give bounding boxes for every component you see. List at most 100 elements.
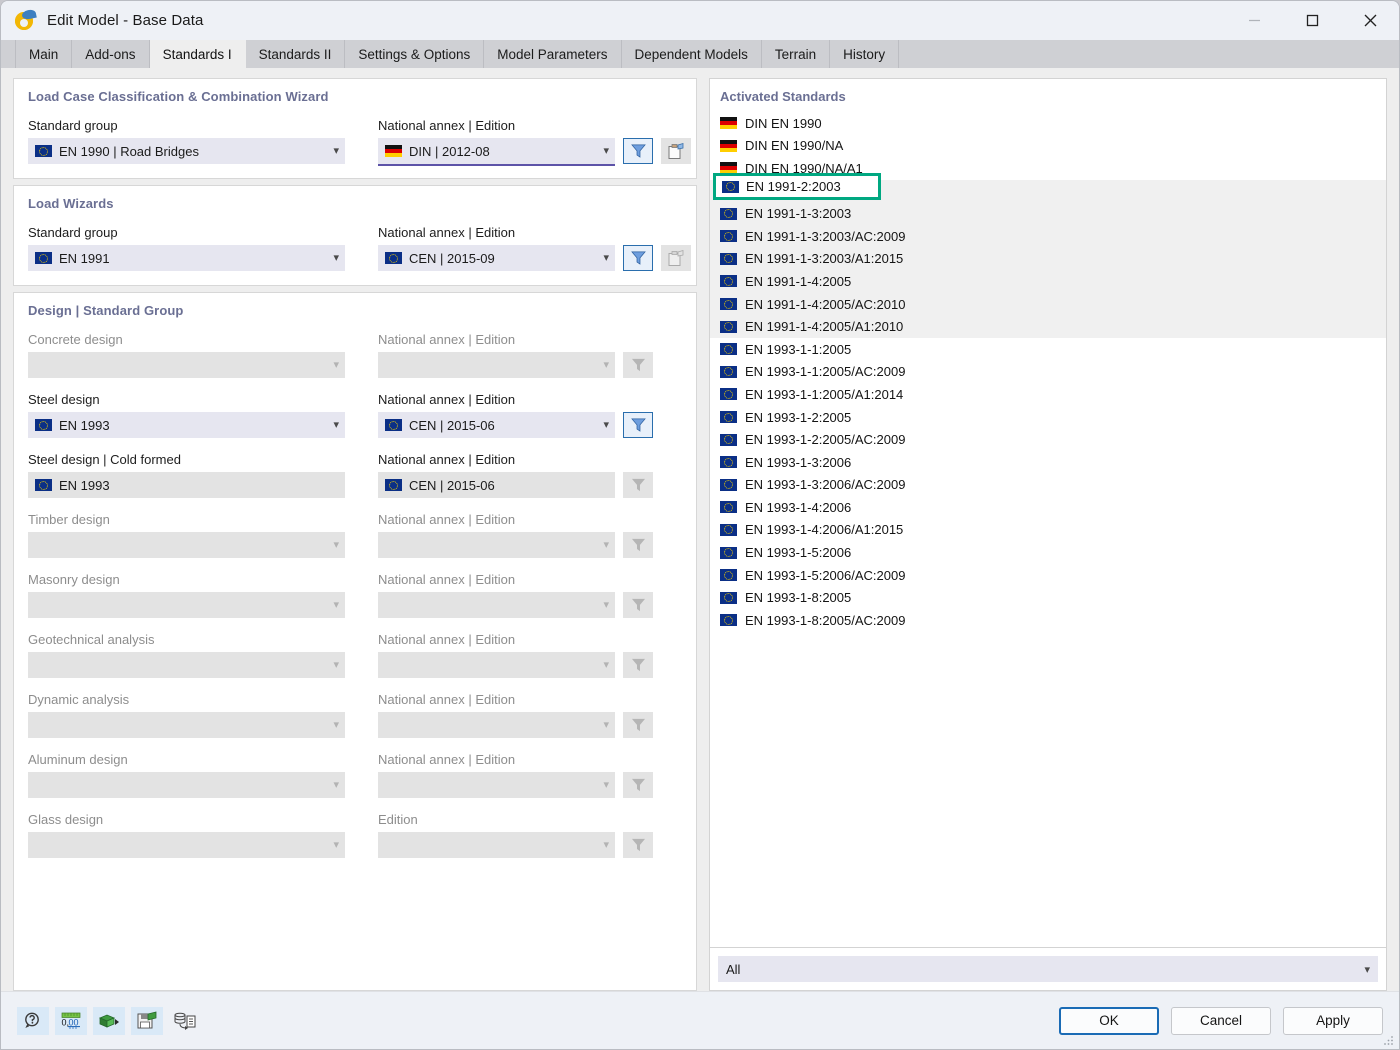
list-item[interactable]: DIN EN 1990/NA — [710, 135, 1386, 158]
filter-button[interactable] — [623, 472, 653, 498]
steel-cold-formed-annex-value: CEN | 2015-06 — [409, 477, 495, 493]
tab-model-parameters[interactable]: Model Parameters — [484, 40, 622, 68]
units-button[interactable]: 0, 00 — [55, 1006, 87, 1035]
list-item[interactable]: EN 1993-1-5:2006 — [710, 541, 1386, 564]
eu-flag-icon — [720, 478, 737, 491]
close-icon[interactable] — [1341, 1, 1399, 40]
aluminum-design-label: Aluminum design — [28, 752, 128, 767]
chevron-down-icon: ▾ — [603, 538, 609, 551]
national-annex-combo[interactable]: DIN | 2012-08 ▾ — [378, 138, 615, 166]
filter-button[interactable] — [623, 352, 653, 378]
filter-icon — [630, 251, 646, 265]
standard-group-combo[interactable]: EN 1991 ▾ — [28, 245, 345, 271]
glass-design-combo[interactable]: ▾ — [28, 832, 345, 858]
tab-bar: Main Add-ons Standards I Standards II Se… — [1, 40, 1399, 68]
load-case-group: Load Case Classification & Combination W… — [13, 78, 697, 179]
eu-flag-icon — [720, 320, 737, 333]
list-item[interactable]: EN 1993-1-3:2006 — [710, 451, 1386, 474]
database-button[interactable] — [169, 1007, 201, 1035]
tab-main[interactable]: Main — [15, 40, 73, 68]
tab-terrain[interactable]: Terrain — [761, 40, 831, 68]
filter-button[interactable] — [623, 652, 653, 678]
timber-design-combo[interactable]: ▾ — [28, 532, 345, 558]
eu-flag-icon — [720, 569, 737, 582]
filter-button[interactable] — [623, 412, 653, 438]
filter-button[interactable] — [623, 772, 653, 798]
list-item-label: DIN EN 1990/NA/A1 — [745, 160, 863, 176]
list-item[interactable]: EN 1993-1-3:2006/AC:2009 — [710, 474, 1386, 497]
list-item[interactable]: EN 1993-1-8:2005/AC:2009 — [710, 609, 1386, 632]
list-item[interactable]: EN 1993-1-4:2006/A1:2015 — [710, 519, 1386, 542]
export-button[interactable] — [93, 1006, 125, 1035]
save-button[interactable] — [131, 1006, 163, 1035]
tab-history[interactable]: History — [830, 40, 900, 68]
activated-standards-list[interactable]: Activated Standards DIN EN 1990 DIN EN 1… — [709, 78, 1387, 948]
maximize-icon[interactable] — [1283, 1, 1341, 40]
list-item[interactable]: EN 1993-1-4:2006 — [710, 496, 1386, 519]
filter-button[interactable] — [623, 832, 653, 858]
cancel-button[interactable]: Cancel — [1171, 1006, 1271, 1035]
list-item[interactable]: EN 1993-1-1:2005/AC:2009 — [710, 361, 1386, 384]
tab-standards-ii[interactable]: Standards II — [245, 40, 346, 68]
filter-button[interactable] — [623, 592, 653, 618]
list-item-label: EN 1991-1-3:2003/AC:2009 — [745, 228, 906, 244]
list-item[interactable]: EN 1991-2:2003 — [710, 179, 1386, 203]
eu-flag-icon — [385, 479, 402, 491]
glass-edition-combo[interactable]: ▾ — [378, 832, 615, 858]
concrete-annex-combo[interactable]: ▾ — [378, 352, 615, 378]
list-item[interactable]: EN 1991-1-4:2005/A1:2010 — [710, 315, 1386, 338]
aluminum-design-combo[interactable]: ▾ — [28, 772, 345, 798]
help-button[interactable] — [17, 1006, 49, 1035]
timber-annex-combo[interactable]: ▾ — [378, 532, 615, 558]
standard-group-combo[interactable]: EN 1990 | Road Bridges ▾ — [28, 138, 345, 164]
copy-standard-button[interactable] — [661, 138, 691, 164]
ok-button[interactable]: OK — [1059, 1006, 1159, 1035]
national-annex-label: National annex | Edition — [378, 118, 516, 133]
design-row-steel-cold-formed: Steel design | Cold formed EN 1993 Natio… — [28, 452, 682, 498]
filter-button[interactable] — [623, 532, 653, 558]
filter-button[interactable] — [623, 138, 653, 164]
concrete-design-combo[interactable]: ▾ — [28, 352, 345, 378]
steel-design-combo[interactable]: EN 1993 ▾ — [28, 412, 345, 438]
tab-standards-i[interactable]: Standards I — [149, 40, 246, 68]
geotechnical-combo[interactable]: ▾ — [28, 652, 345, 678]
list-item[interactable]: EN 1993-1-2:2005 — [710, 406, 1386, 429]
list-item[interactable]: EN 1991-1-3:2003/AC:2009 — [710, 224, 1386, 248]
tab-dependent-models[interactable]: Dependent Models — [621, 40, 762, 68]
steel-annex-combo[interactable]: CEN | 2015-06 ▾ — [378, 412, 615, 438]
list-item-label: DIN EN 1990/NA — [745, 138, 844, 154]
filter-icon — [631, 838, 645, 852]
aluminum-annex-combo[interactable]: ▾ — [378, 772, 615, 798]
apply-button[interactable]: Apply — [1283, 1006, 1383, 1035]
copy-standard-button[interactable] — [661, 245, 691, 271]
list-item[interactable]: DIN EN 1990/NA/A1 — [710, 157, 1386, 180]
list-item[interactable]: DIN EN 1990 — [710, 112, 1386, 135]
geotechnical-annex-combo[interactable]: ▾ — [378, 652, 615, 678]
tab-settings-options[interactable]: Settings & Options — [345, 40, 485, 68]
list-item[interactable]: EN 1993-1-1:2005 — [710, 338, 1386, 361]
list-item[interactable]: EN 1991-1-4:2005 — [710, 270, 1386, 293]
filter-button[interactable] — [623, 712, 653, 738]
national-annex-combo[interactable]: CEN | 2015-09 ▾ — [378, 245, 615, 271]
masonry-design-combo[interactable]: ▾ — [28, 592, 345, 618]
tab-add-ons[interactable]: Add-ons — [72, 40, 150, 68]
list-item[interactable]: EN 1991-1-3:2003/A1:2015 — [710, 247, 1386, 271]
filter-button[interactable] — [623, 245, 653, 271]
eu-flag-icon — [385, 419, 402, 431]
dynamic-annex-combo[interactable]: ▾ — [378, 712, 615, 738]
dynamic-analysis-combo[interactable]: ▾ — [28, 712, 345, 738]
list-item[interactable]: EN 1993-1-2:2005/AC:2009 — [710, 428, 1386, 451]
standards-filter-combo[interactable]: All ▾ — [718, 956, 1378, 982]
standard-group-value: EN 1990 | Road Bridges — [59, 143, 199, 159]
steel-cold-formed-annex-combo[interactable]: CEN | 2015-06 — [378, 472, 615, 498]
list-item[interactable]: EN 1993-1-5:2006/AC:2009 — [710, 564, 1386, 587]
list-item[interactable]: EN 1991-1-4:2005/AC:2010 — [710, 292, 1386, 316]
masonry-annex-combo[interactable]: ▾ — [378, 592, 615, 618]
list-item[interactable]: EN 1993-1-8:2005 — [710, 586, 1386, 609]
minimize-icon[interactable] — [1225, 1, 1283, 40]
design-row-steel: Steel design EN 1993 ▾ National annex | … — [28, 392, 682, 438]
resize-grip-icon[interactable] — [1383, 1034, 1395, 1046]
steel-cold-formed-combo[interactable]: EN 1993 — [28, 472, 345, 498]
list-item[interactable]: EN 1993-1-1:2005/A1:2014 — [710, 383, 1386, 406]
list-item[interactable]: EN 1991-1-3:2003 — [710, 202, 1386, 225]
